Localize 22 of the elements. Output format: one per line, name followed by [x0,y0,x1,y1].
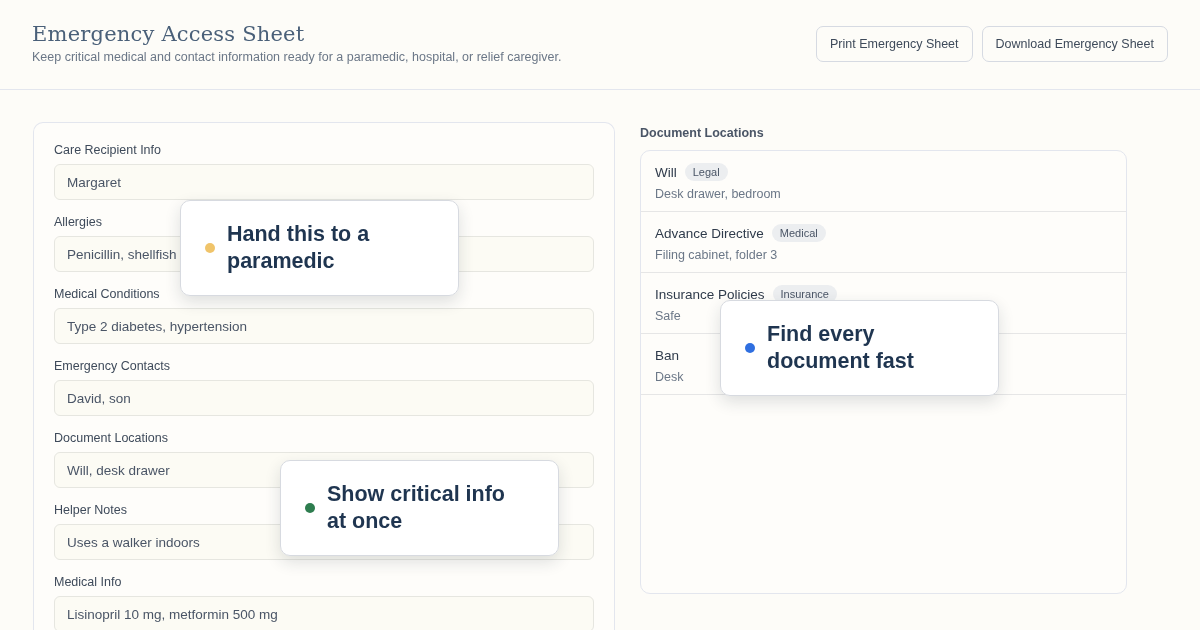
document-location: Filing cabinet, folder 3 [655,248,779,262]
field-label: Allergies [54,215,103,231]
field-label: Document Locations [54,431,169,447]
document-name: Will [655,164,677,180]
field-label: Emergency Contacts [54,359,172,375]
callout-text: Find every document fast [767,321,915,375]
document-name: Advance Directive [655,225,764,241]
document-location: Safe [655,309,682,323]
field-label: Medical Info [54,575,123,591]
document-location: Desk [655,370,685,384]
field-label: Helper Notes [54,503,128,519]
page-title: Emergency Access Sheet [32,22,306,46]
document-name: Ban [655,347,680,363]
field-label: Medical Conditions [54,287,161,303]
callout-text: Hand this to a paramedic [227,221,371,275]
section-heading: Document Locations [640,126,765,140]
page-subtitle: Keep critical medical and contact information ready for a paramedic, hospital, or relief caregiver. [32,50,562,64]
category-tag: Legal [684,163,728,181]
field-label: Care Recipient Info [54,143,162,159]
document-name: Insurance Policies [655,286,765,302]
document-location: Desk drawer, bedroom [655,187,782,201]
category-tag: Medical [771,224,826,242]
